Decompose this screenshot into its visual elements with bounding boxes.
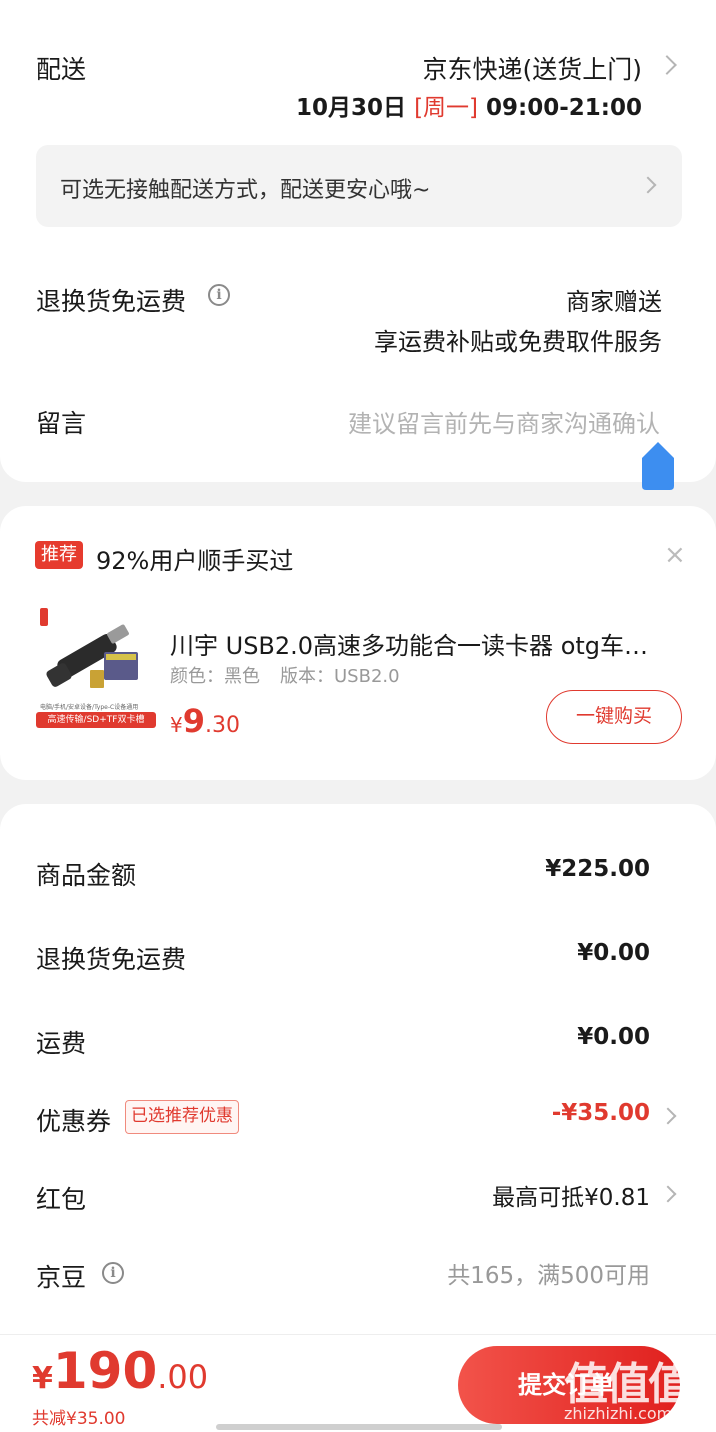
watermark: 值值值 zhizhizhi.com	[560, 1346, 710, 1426]
delivery-date: 10月30日	[296, 95, 407, 121]
price-integer: 9	[182, 702, 205, 740]
delivery-weekday: [周一]	[414, 95, 479, 121]
total-price: ¥190.00	[32, 1342, 208, 1400]
delivery-schedule[interactable]: 10月30日 [周一] 09:00-21:00	[296, 88, 642, 122]
jingdou-value: 共165，满500可用	[447, 1263, 650, 1289]
return-shipping-subtext: 享运费补贴或免费取件服务	[374, 328, 662, 356]
contactless-delivery-banner[interactable]: 可选无接触配送方式，配送更安心哦~	[36, 145, 682, 227]
summary-row-label: 退换货免运费	[36, 945, 187, 974]
contactless-text: 可选无接触配送方式，配送更安心哦~	[60, 178, 431, 203]
info-icon[interactable]: i	[208, 284, 230, 306]
image-caption-small: 电脑/手机/安卓设备/Type-C设备通用	[40, 704, 139, 711]
summary-row-label: 商品金额	[36, 861, 137, 890]
product-name[interactable]: 川宇 USB2.0高速多功能合一读卡器 otg车…	[170, 626, 680, 661]
upload-icon[interactable]	[640, 440, 676, 490]
chevron-right-icon	[639, 176, 657, 194]
coupon-value[interactable]: -¥35.00	[552, 1100, 650, 1126]
summary-row-label: 运费	[36, 1029, 87, 1058]
product-price: ¥9.30	[170, 702, 240, 740]
message-input[interactable]: 建议留言前先与商家沟通确认	[348, 404, 660, 439]
one-click-buy-button[interactable]: 一键购买	[546, 690, 682, 744]
total-price-integer: 190	[52, 1342, 158, 1400]
jingdou-label: 京豆	[36, 1263, 87, 1292]
product-spec-version: 版本：USB2.0	[280, 666, 400, 687]
delivery-method[interactable]: 京东快递(送货上门)	[422, 50, 642, 86]
total-price-symbol: ¥	[32, 1361, 53, 1396]
return-shipping-label: 退换货免运费	[36, 287, 187, 316]
delivery-card: 配送 京东快递(送货上门) 10月30日 [周一] 09:00-21:00 可选…	[0, 0, 716, 490]
recommend-title: 92%用户顺手买过	[96, 547, 294, 575]
home-indicator	[216, 1424, 502, 1430]
discount-note: 共减¥35.00	[32, 1409, 126, 1429]
summary-row-value: ¥0.00	[577, 1024, 650, 1050]
watermark-url: zhizhizhi.com	[564, 1404, 673, 1423]
chevron-right-icon[interactable]	[657, 55, 677, 75]
redpacket-label: 红包	[36, 1185, 87, 1214]
price-decimal: .30	[205, 713, 240, 738]
product-image[interactable]: 电脑/手机/安卓设备/Type-C设备通用 高速传输/SD+TF双卡槽	[34, 606, 158, 730]
close-icon[interactable]: ×	[664, 540, 686, 570]
recommend-tag: 推荐	[35, 541, 83, 569]
return-shipping-value: 商家赠送	[566, 288, 662, 316]
coupon-label: 优惠券	[36, 1107, 112, 1136]
total-price-decimal: .00	[157, 1358, 209, 1396]
info-icon[interactable]: i	[102, 1262, 124, 1284]
coupon-tag: 已选推荐优惠	[125, 1100, 239, 1134]
summary-row-value: ¥225.00	[545, 856, 650, 882]
delivery-time: 09:00-21:00	[486, 95, 642, 121]
watermark-logo: 值值值	[564, 1359, 692, 1410]
delivery-label: 配送	[36, 55, 87, 84]
price-symbol: ¥	[170, 713, 183, 737]
product-spec-color: 颜色：黑色	[170, 666, 260, 687]
image-caption-banner: 高速传输/SD+TF双卡槽	[36, 712, 156, 728]
message-label: 留言	[36, 409, 87, 438]
redpacket-value[interactable]: 最高可抵¥0.81	[492, 1178, 650, 1212]
summary-row-value: ¥0.00	[577, 940, 650, 966]
